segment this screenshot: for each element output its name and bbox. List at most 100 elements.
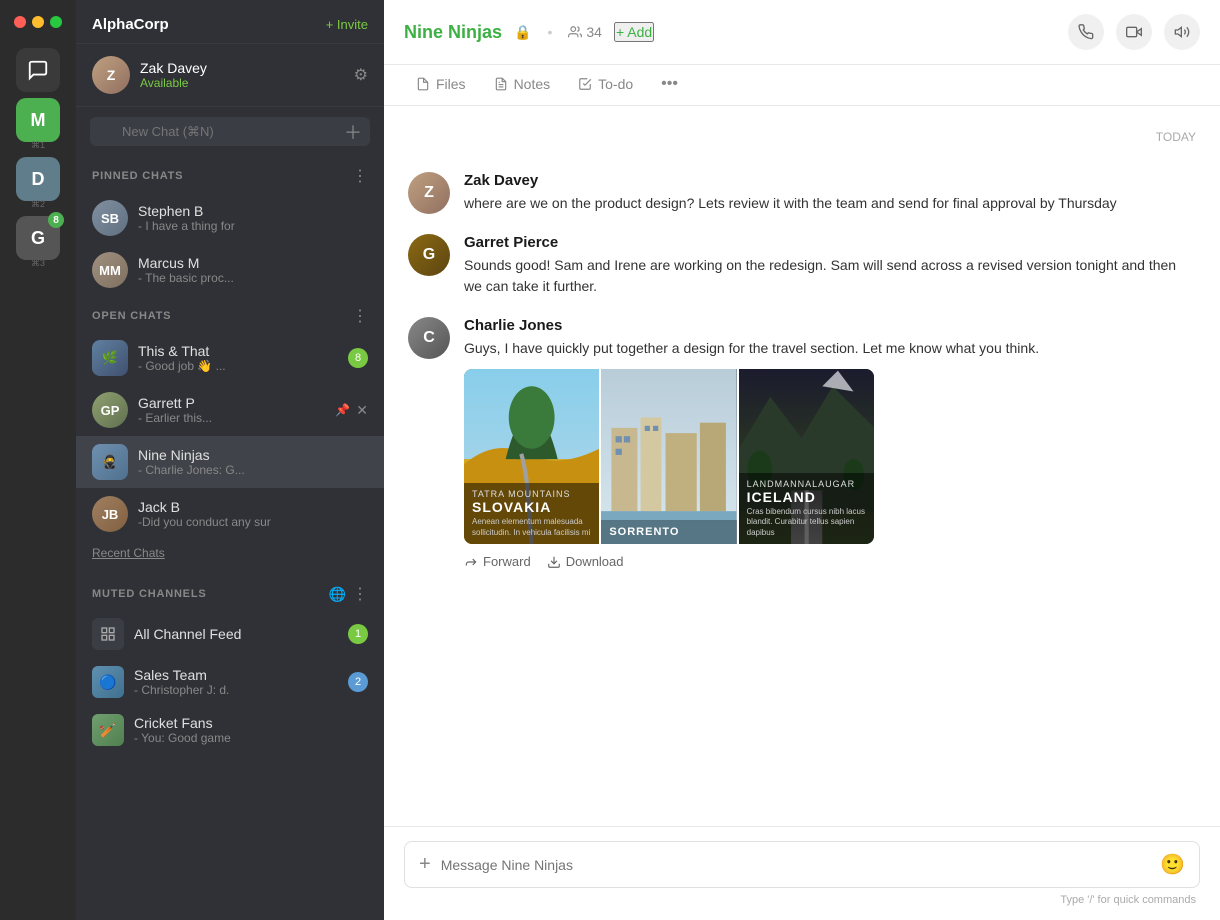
rail-avatar-d[interactable]: D bbox=[16, 157, 60, 201]
chat-content-marcus: Marcus M - The basic proc... bbox=[138, 255, 368, 285]
chat-item-nine-ninjas[interactable]: 🥷 Nine Ninjas - Charlie Jones: G... bbox=[76, 436, 384, 488]
msg-text-garret: Sounds good! Sam and Irene are working o… bbox=[464, 255, 1196, 297]
msg-content-garret: Garret Pierce Sounds good! Sam and Irene… bbox=[464, 234, 1196, 297]
msg-avatar-zak: Z bbox=[408, 172, 450, 214]
message-item-garret: G Garret Pierce Sounds good! Sam and Ire… bbox=[408, 234, 1196, 297]
channel-icon-all-feed bbox=[92, 618, 124, 650]
channel-item-sales[interactable]: 🔵 Sales Team - Christopher J: d. 2 bbox=[76, 658, 384, 706]
channel-icon-cricket: 🏏 bbox=[92, 714, 124, 746]
collage-label-slovakia: Tatra Mountains Slovakia Aenean elementu… bbox=[464, 483, 599, 544]
rail-chat-icon[interactable] bbox=[16, 48, 60, 92]
mute-button[interactable] bbox=[1164, 14, 1200, 50]
message-actions: Forward Download bbox=[464, 554, 1196, 569]
user-info: Zak Davey Available bbox=[140, 60, 344, 90]
chat-content-garrett: Garrett P - Earlier this... bbox=[138, 395, 325, 425]
header-actions bbox=[1068, 14, 1200, 50]
avatar: Z bbox=[92, 56, 130, 94]
close-chat-icon[interactable]: ✕ bbox=[356, 402, 368, 419]
chat-avatar-nine-ninjas: 🥷 bbox=[92, 444, 128, 480]
msg-sender-garret: Garret Pierce bbox=[464, 234, 1196, 251]
search-wrapper: 🔍 ＋ bbox=[90, 117, 370, 146]
tab-notes-label: Notes bbox=[514, 76, 551, 92]
pinned-chats-section-header: PINNED CHATS ⋮ bbox=[76, 156, 384, 192]
recent-chats-anchor[interactable]: Recent Chats bbox=[92, 546, 165, 560]
channel-icon-sales: 🔵 bbox=[92, 666, 124, 698]
pinned-chats-more-button[interactable]: ⋮ bbox=[352, 166, 368, 186]
msg-content-zak: Zak Davey where are we on the product de… bbox=[464, 172, 1196, 214]
download-button[interactable]: Download bbox=[547, 554, 624, 569]
chat-preview-marcus: - The basic proc... bbox=[138, 271, 368, 285]
rail-avatar-m[interactable]: M bbox=[16, 98, 60, 142]
rail-item-g[interactable]: G 8 ⌘3 bbox=[16, 216, 60, 269]
chat-name-jack: Jack B bbox=[138, 499, 368, 515]
globe-icon[interactable]: 🌐 bbox=[329, 586, 346, 603]
video-call-button[interactable] bbox=[1116, 14, 1152, 50]
chat-preview-jack: -Did you conduct any sur bbox=[138, 515, 368, 529]
channel-name-cricket: Cricket Fans bbox=[134, 715, 368, 731]
channel-item-cricket[interactable]: 🏏 Cricket Fans - You: Good game bbox=[76, 706, 384, 754]
pin-icon: 📌 bbox=[335, 403, 350, 417]
user-name: Zak Davey bbox=[140, 60, 344, 76]
input-hint: Type '/' for quick commands bbox=[404, 888, 1200, 906]
collage-img-sorrento: Sorrento bbox=[601, 369, 736, 544]
rail-item-d[interactable]: D ⌘2 bbox=[16, 157, 60, 210]
open-chats-more-button[interactable]: ⋮ bbox=[352, 306, 368, 326]
rail-item-m[interactable]: M ⌘1 bbox=[16, 98, 60, 151]
rail-shortcut-1: ⌘1 bbox=[31, 140, 45, 151]
pinned-chats-label: PINNED CHATS bbox=[92, 170, 183, 182]
collage-label-sorrento: Sorrento bbox=[601, 520, 736, 544]
tab-todo-label: To-do bbox=[598, 76, 633, 92]
channel-item-all-feed[interactable]: All Channel Feed 1 bbox=[76, 610, 384, 658]
chat-item-garrett[interactable]: GP Garrett P - Earlier this... 📌 ✕ bbox=[76, 384, 384, 436]
msg-text-zak: where are we on the product design? Lets… bbox=[464, 193, 1196, 214]
gear-icon[interactable]: ⚙ bbox=[354, 65, 368, 85]
message-input[interactable] bbox=[441, 857, 1150, 873]
search-input[interactable] bbox=[90, 117, 370, 146]
recent-chats-link[interactable]: Recent Chats bbox=[76, 540, 384, 570]
tab-todo[interactable]: To-do bbox=[566, 65, 645, 105]
input-area: + 🙂 Type '/' for quick commands bbox=[384, 826, 1220, 920]
emoji-button[interactable]: 🙂 bbox=[1160, 852, 1185, 877]
icon-rail: M ⌘1 D ⌘2 G 8 ⌘3 bbox=[0, 0, 76, 920]
workspace-title: AlphaCorp bbox=[92, 16, 169, 33]
input-plus-icon[interactable]: + bbox=[419, 853, 431, 876]
chat-item-marcus[interactable]: MM Marcus M - The basic proc... bbox=[76, 244, 384, 296]
maximize-button[interactable] bbox=[50, 16, 62, 28]
muted-channels-more-button[interactable]: ⋮ bbox=[352, 584, 368, 604]
search-row: 🔍 ＋ bbox=[76, 107, 384, 156]
tab-files[interactable]: Files bbox=[404, 65, 478, 105]
message-item-charlie: C Charlie Jones Guys, I have quickly put… bbox=[408, 317, 1196, 569]
add-members-button[interactable]: + Add bbox=[614, 22, 654, 42]
channel-info-sales: Sales Team - Christopher J: d. bbox=[134, 667, 338, 697]
chat-item-jack[interactable]: JB Jack B -Did you conduct any sur bbox=[76, 488, 384, 540]
close-button[interactable] bbox=[14, 16, 26, 28]
invite-button[interactable]: + Invite bbox=[326, 17, 368, 32]
new-chat-add-icon[interactable]: ＋ bbox=[344, 119, 362, 145]
tab-files-label: Files bbox=[436, 76, 466, 92]
chat-avatar-jack: JB bbox=[92, 496, 128, 532]
tab-more[interactable]: ••• bbox=[649, 65, 690, 105]
message-item-zak: Z Zak Davey where are we on the product … bbox=[408, 172, 1196, 214]
chat-name-stephen: Stephen B bbox=[138, 203, 368, 219]
msg-avatar-charlie: C bbox=[408, 317, 450, 359]
muted-channels-section-header: MUTED CHANNELS 🌐 ⋮ bbox=[76, 574, 384, 610]
tab-notes[interactable]: Notes bbox=[482, 65, 563, 105]
open-chats-section-header: OPEN CHATS ⋮ bbox=[76, 296, 384, 332]
voice-call-button[interactable] bbox=[1068, 14, 1104, 50]
chat-preview-garrett: - Earlier this... bbox=[138, 411, 325, 425]
more-tabs-icon[interactable]: ••• bbox=[661, 75, 678, 93]
msg-content-charlie: Charlie Jones Guys, I have quickly put t… bbox=[464, 317, 1196, 569]
sidebar-header: AlphaCorp + Invite bbox=[76, 0, 384, 44]
chat-name-this-that: This & That bbox=[138, 343, 338, 359]
chat-item-stephen[interactable]: SB Stephen B - I have a thing for bbox=[76, 192, 384, 244]
chat-header: Nine Ninjas 🔒 • 34 + Add bbox=[384, 0, 1220, 65]
minimize-button[interactable] bbox=[32, 16, 44, 28]
chat-avatar-garrett: GP bbox=[92, 392, 128, 428]
rail-avatar-g[interactable]: G 8 bbox=[16, 216, 60, 260]
collage-img-iceland: Landmannalaugar Iceland Cras bibendum cu… bbox=[739, 369, 874, 544]
main-content: Nine Ninjas 🔒 • 34 + Add bbox=[384, 0, 1220, 920]
chat-preview-stephen: - I have a thing for bbox=[138, 219, 368, 233]
forward-button[interactable]: Forward bbox=[464, 554, 531, 569]
chat-item-this-that[interactable]: 🌿 This & That - Good job 👋 ... 8 bbox=[76, 332, 384, 384]
chat-name-garrett: Garrett P bbox=[138, 395, 325, 411]
